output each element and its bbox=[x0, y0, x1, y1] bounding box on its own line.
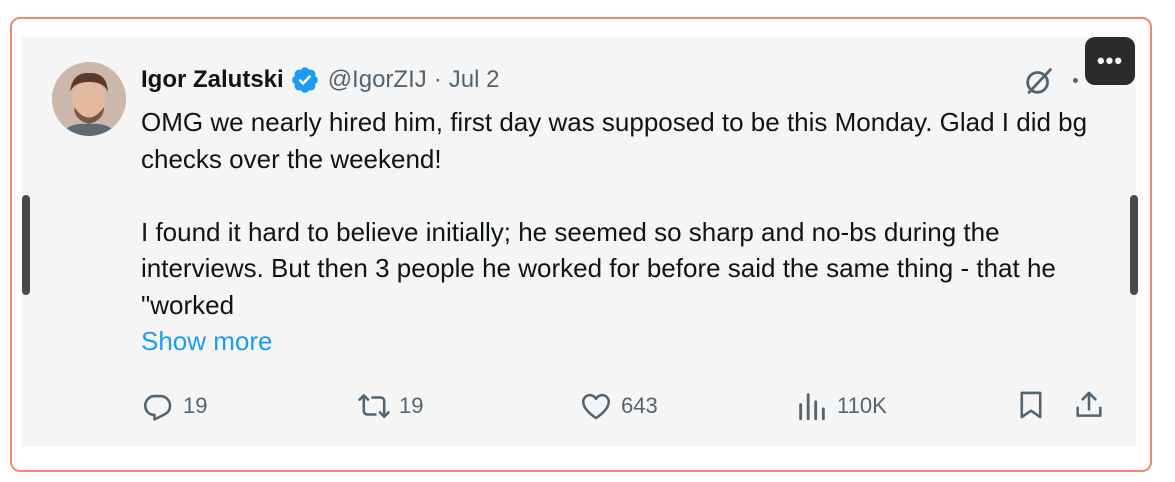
right-resize-handle[interactable] bbox=[1130, 195, 1138, 295]
more-button-label: ••• bbox=[1096, 48, 1124, 73]
bookmark-icon[interactable] bbox=[1014, 388, 1048, 422]
tweet-paragraph: I found it hard to believe initially; he… bbox=[141, 216, 1056, 320]
like-icon bbox=[581, 393, 611, 420]
avatar-photo-icon bbox=[52, 62, 126, 136]
more-options-icon[interactable] bbox=[1073, 78, 1078, 83]
reply-count: 19 bbox=[183, 393, 208, 418]
repost-button[interactable]: 19 bbox=[357, 388, 423, 424]
repost-count: 19 bbox=[399, 393, 424, 418]
like-button[interactable]: 643 bbox=[579, 388, 658, 424]
author-name[interactable]: Igor Zalutski bbox=[141, 66, 284, 94]
share-icon[interactable] bbox=[1072, 388, 1106, 422]
show-more-link[interactable]: Show more bbox=[141, 326, 273, 357]
grok-icon[interactable] bbox=[1022, 64, 1056, 98]
header-separator: · bbox=[433, 66, 442, 93]
tweet-header: Igor Zalutski @IgorZIJ · Jul 2 bbox=[141, 62, 499, 98]
more-icon[interactable]: ••• bbox=[1085, 37, 1135, 85]
repost-icon bbox=[358, 394, 390, 418]
like-count: 643 bbox=[621, 393, 658, 418]
tweet-paragraph: OMG we nearly hired him, first day was s… bbox=[141, 107, 1088, 174]
reply-icon bbox=[143, 394, 172, 421]
view-count: 110K bbox=[837, 393, 887, 418]
views-button[interactable]: 110K bbox=[795, 388, 887, 424]
tweet-text: OMG we nearly hired him, first day was s… bbox=[141, 104, 1111, 323]
post-date[interactable]: Jul 2 bbox=[449, 66, 500, 94]
left-resize-handle[interactable] bbox=[22, 195, 30, 295]
author-handle[interactable]: @IgorZIJ bbox=[328, 66, 427, 94]
views-icon bbox=[799, 393, 825, 421]
reply-button[interactable]: 19 bbox=[141, 388, 207, 424]
verified-icon bbox=[291, 67, 318, 93]
avatar[interactable] bbox=[52, 62, 126, 136]
